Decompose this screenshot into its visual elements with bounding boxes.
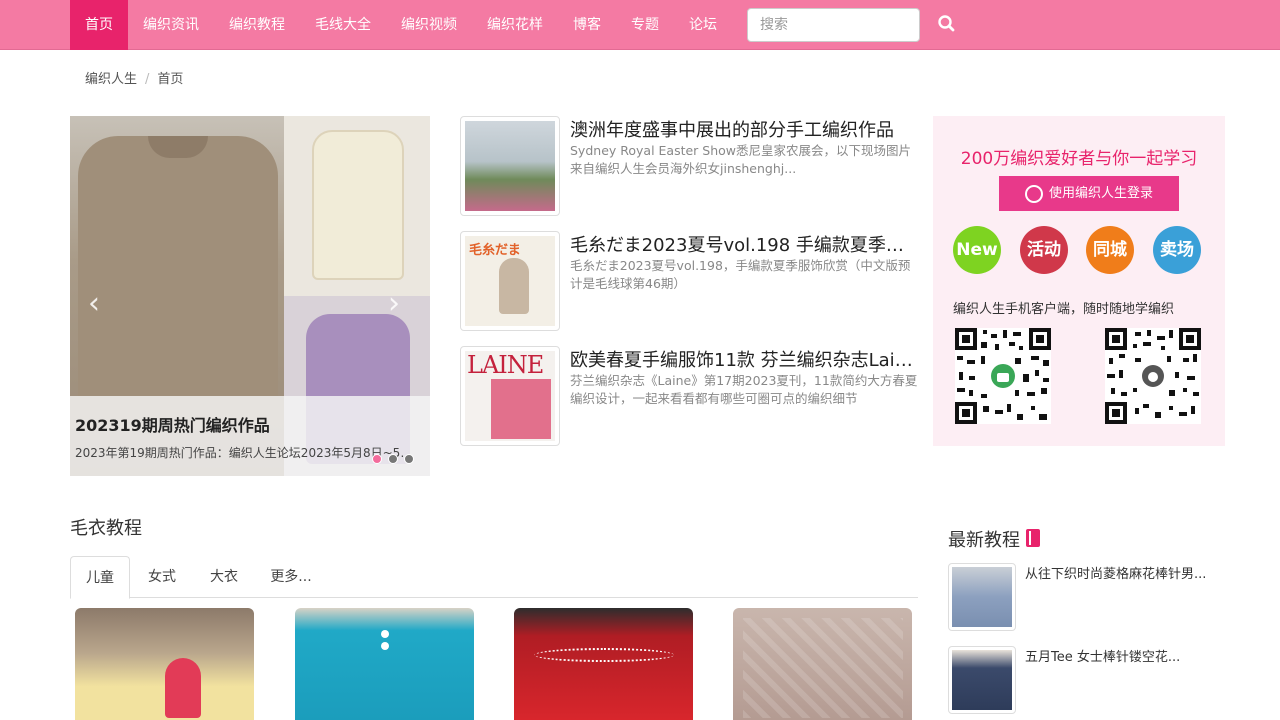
promo-title: 200万编织爱好者与你一起学习 (960, 149, 1198, 169)
carousel-caption-title[interactable]: 202319期周热门编织作品 (75, 412, 425, 436)
badge-market[interactable]: 卖场 (1153, 226, 1201, 274)
tab-coats[interactable]: 大衣 (194, 556, 254, 598)
nav-item-patterns[interactable]: 编织花样 (472, 0, 558, 50)
product-card-teal-sweater[interactable] (295, 608, 474, 720)
search-icon (938, 15, 955, 32)
logo-swirl-icon (1024, 184, 1043, 203)
news-item: 毛糸だま 毛糸だま2023夏号vol.198 手编款夏季服饰欣赏 毛糸だま202… (460, 231, 920, 331)
news-desc: Sydney Royal Easter Show悉尼皇家农展会，以下现场图片来自… (570, 143, 912, 176)
carousel-prev-icon[interactable]: ‹ (88, 286, 100, 321)
search-button[interactable] (935, 12, 959, 36)
latest-thumbnail (948, 563, 1016, 631)
featured-carousel[interactable]: ‹ › 202319期周热门编织作品 2023年第19期周热门作品：编织人生论坛… (70, 116, 430, 476)
news-desc: 芬兰编织杂志《Laine》第17期2023夏刊，11款简约大方春夏编织设计，一起… (570, 373, 918, 406)
android-qr-code[interactable] (955, 328, 1051, 424)
latest-item-title[interactable]: 从往下织时尚菱格麻花棒针男... (1025, 563, 1218, 582)
badge-activity[interactable]: 活动 (1020, 226, 1068, 274)
book-icon (1026, 529, 1040, 547)
product-card-yellow-dress[interactable] (75, 608, 254, 720)
nav-item-blog[interactable]: 博客 (558, 0, 616, 50)
top-navbar: 首页 编织资讯 编织教程 毛线大全 编织视频 编织花样 博客 专题 论坛 (0, 0, 1280, 50)
carousel-indicator-3[interactable] (404, 454, 414, 464)
carousel-indicator-2[interactable] (388, 454, 398, 464)
badge-local[interactable]: 同城 (1086, 226, 1134, 274)
nav-item-home[interactable]: 首页 (70, 0, 128, 50)
news-thumbnail[interactable]: 毛糸だま (460, 231, 560, 331)
news-desc: 毛糸だま2023夏号vol.198，手编款夏季服饰欣赏（中文版预计是毛线球第46… (570, 258, 911, 291)
badge-new[interactable]: New (953, 226, 1001, 274)
breadcrumb-site[interactable]: 编织人生 (85, 72, 137, 87)
app-promo-panel: 200万编织爱好者与你一起学习 使用编织人生登录 New 活动 同城 卖场 编织… (933, 116, 1225, 446)
ios-qr-code[interactable] (1105, 328, 1201, 424)
tab-women[interactable]: 女式 (132, 556, 192, 598)
latest-item[interactable]: 五月Tee 女士棒针镂空花... (948, 646, 1218, 716)
breadcrumb-separator: / (145, 72, 150, 87)
carousel-indicators (372, 449, 420, 468)
carousel-image-cardigan (284, 116, 430, 296)
carousel-indicator-1[interactable] (372, 454, 382, 464)
cable-pattern (743, 618, 903, 718)
nav-item-topics[interactable]: 专题 (616, 0, 674, 50)
news-title[interactable]: 欧美春夏手编服饰11款 芬兰编织杂志Laine第17期 (570, 346, 920, 372)
tab-more[interactable]: 更多... (258, 556, 324, 598)
carousel-next-icon[interactable]: › (388, 286, 400, 321)
latest-section-title: 最新教程 (948, 526, 1040, 552)
button-placket (375, 626, 395, 666)
carousel-caption-desc: 2023年第19期周热门作品：编织人生论坛2023年5月8日~5月14日 (75, 446, 420, 460)
news-title[interactable]: 澳洲年度盛事中展出的部分手工编织作品 (570, 116, 920, 142)
nav-item-news[interactable]: 编织资讯 (128, 0, 214, 50)
nav-item-videos[interactable]: 编织视频 (386, 0, 472, 50)
breadcrumb: 编织人生 / 首页 (85, 68, 183, 87)
product-card-red-sweater[interactable] (514, 608, 693, 720)
latest-thumbnail (948, 646, 1016, 714)
sweater-tabs: 儿童 女式 大衣 更多... (70, 556, 918, 599)
nav-item-tutorials[interactable]: 编织教程 (214, 0, 300, 50)
news-title[interactable]: 毛糸だま2023夏号vol.198 手编款夏季服饰欣赏 (570, 231, 920, 257)
doll-figure (165, 658, 201, 718)
nav-item-forum[interactable]: 论坛 (674, 0, 732, 50)
breadcrumb-current: 首页 (157, 72, 184, 87)
sweater-section-title: 毛衣教程 (70, 518, 142, 539)
news-thumbnail[interactable] (460, 116, 560, 216)
tab-children[interactable]: 儿童 (70, 556, 130, 599)
latest-item-title[interactable]: 五月Tee 女士棒针镂空花... (1025, 646, 1218, 665)
login-button[interactable]: 使用编织人生登录 (999, 176, 1179, 211)
product-card-taupe-sweater[interactable] (733, 608, 912, 720)
search-input[interactable] (747, 8, 920, 42)
news-item: 澳洲年度盛事中展出的部分手工编织作品 Sydney Royal Easter S… (460, 116, 920, 216)
latest-item[interactable]: 从往下织时尚菱格麻花棒针男... (948, 563, 1218, 633)
app-promo-text: 编织人生手机客户端，随时随地学编织 (953, 302, 1175, 317)
news-item: LAINE 欧美春夏手编服饰11款 芬兰编织杂志Laine第17期 芬兰编织杂志… (460, 346, 920, 446)
news-thumbnail[interactable]: LAINE (460, 346, 560, 446)
nav-item-yarn[interactable]: 毛线大全 (300, 0, 386, 50)
yoke-pattern (534, 648, 674, 662)
